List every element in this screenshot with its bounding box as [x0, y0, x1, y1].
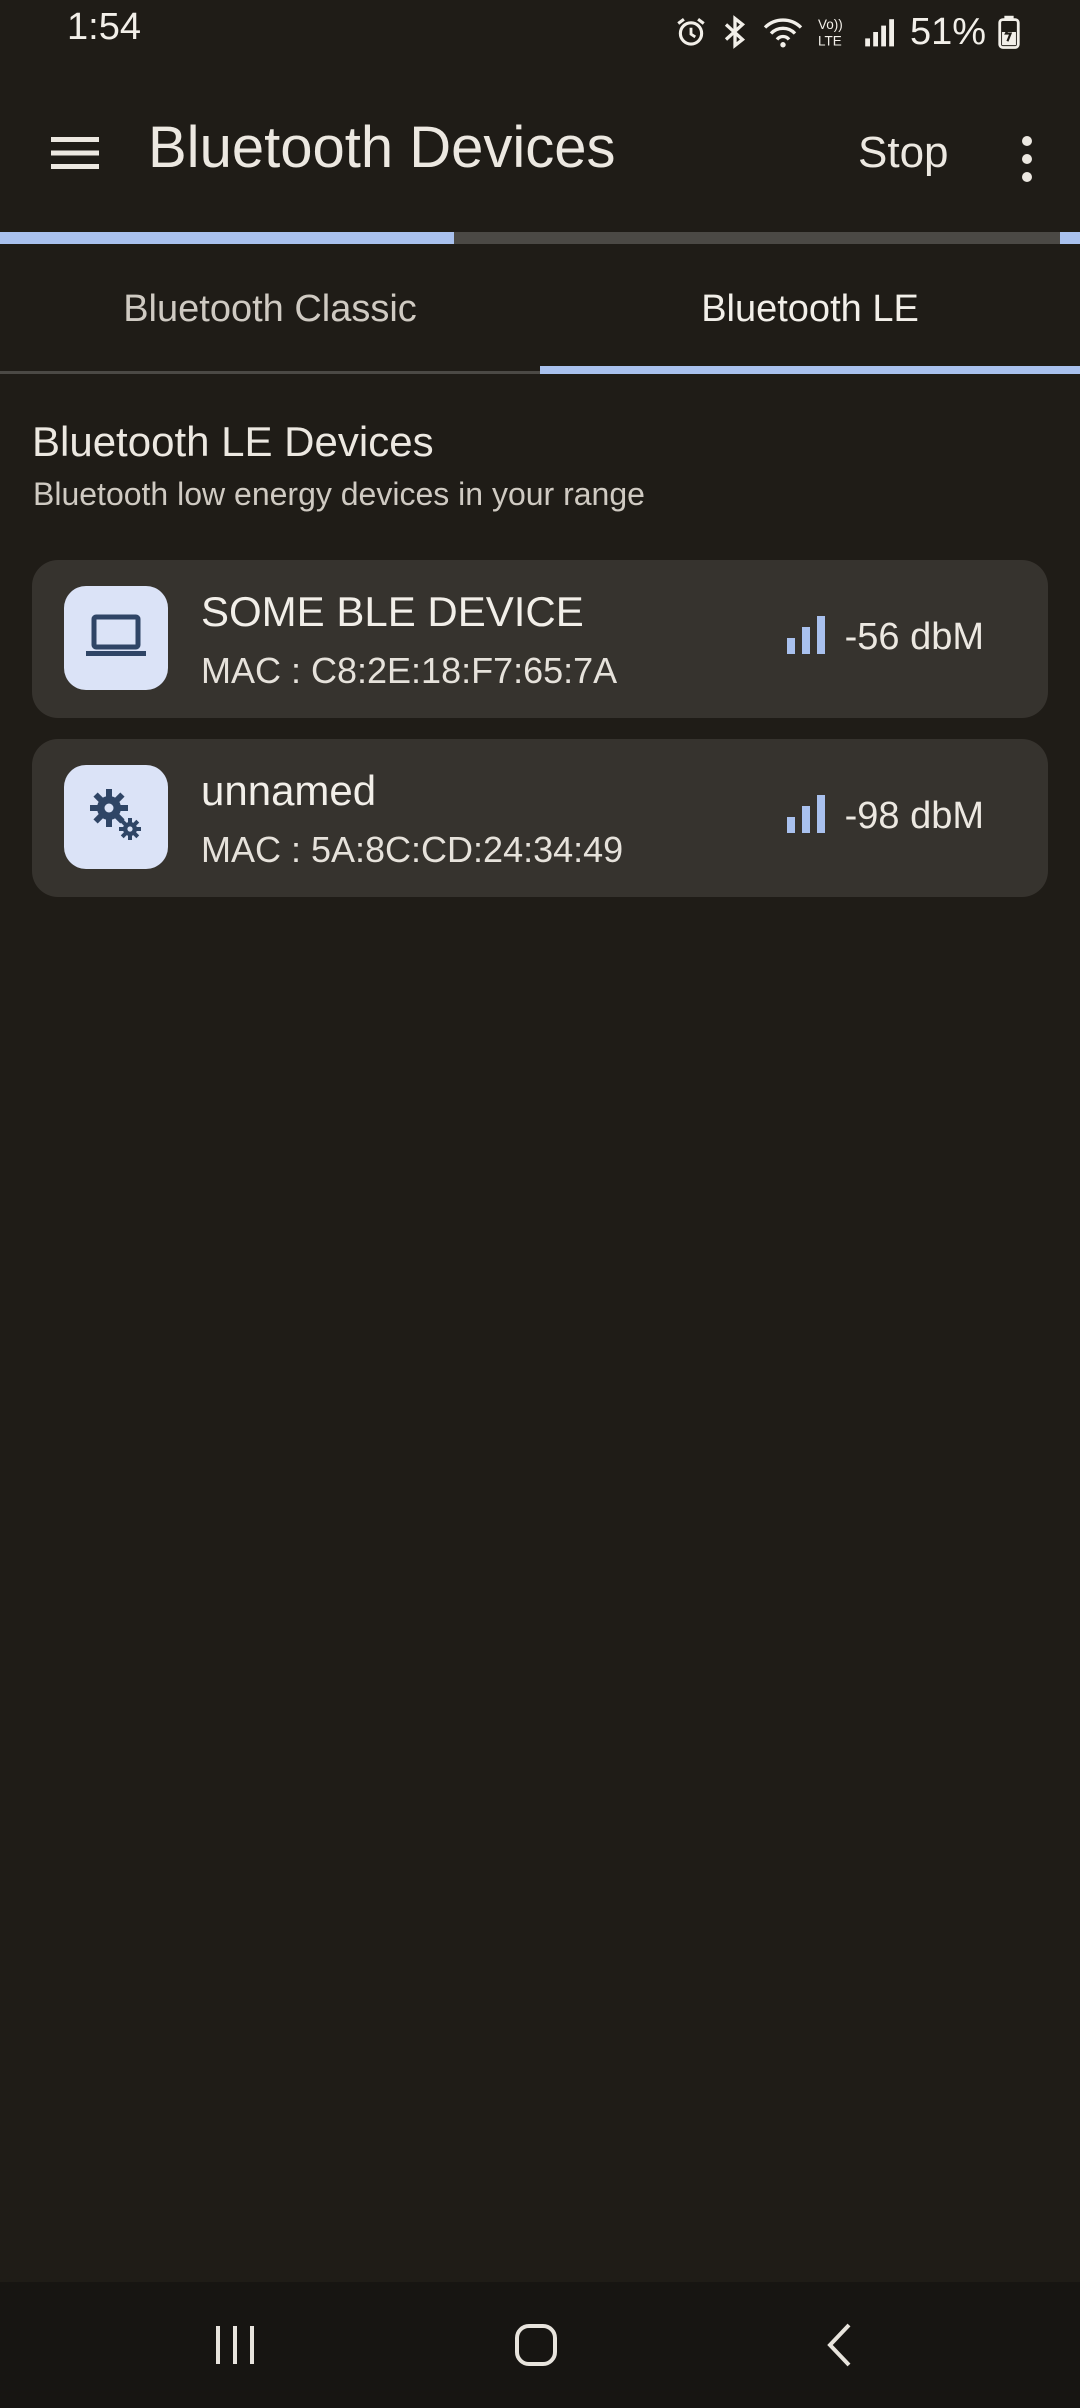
home-icon[interactable]	[496, 2310, 576, 2380]
tab-bar: Bluetooth Classic Bluetooth LE	[0, 244, 1080, 374]
status-icons: Vo)) LTE 51%	[674, 8, 1020, 56]
battery-charging-icon	[998, 15, 1020, 49]
device-signal: -98 dbM	[785, 793, 984, 840]
settings-gears-icon	[85, 784, 147, 851]
device-rssi: -56 dbM	[844, 616, 984, 658]
device-icon-box	[64, 765, 168, 869]
device-icon-box	[64, 586, 168, 690]
progress-tail	[1060, 232, 1080, 244]
cell-signal-icon	[862, 16, 894, 48]
tab-bluetooth-classic[interactable]: Bluetooth Classic	[0, 244, 540, 374]
tab-indicator	[540, 366, 1080, 374]
volte-icon: Vo)) LTE	[816, 14, 850, 50]
page-title: Bluetooth Devices	[148, 115, 616, 180]
laptop-icon	[84, 613, 148, 664]
signal-strength-icon	[785, 793, 827, 840]
device-signal: -56 dbM	[785, 614, 984, 661]
more-vert-icon[interactable]	[1005, 122, 1049, 196]
device-name: unnamed	[201, 767, 377, 814]
device-card[interactable]: unnamed MAC : 5A:8C:CD:24:34:49 -98 dbM	[32, 739, 1048, 897]
app-bar: Bluetooth Devices Stop	[0, 62, 1080, 232]
wifi-icon	[762, 15, 804, 49]
back-icon[interactable]	[800, 2310, 880, 2380]
device-rssi: -98 dbM	[844, 795, 984, 837]
section-subtitle: Bluetooth low energy devices in your ran…	[33, 476, 645, 512]
svg-text:LTE: LTE	[818, 34, 842, 49]
section-title: Bluetooth LE Devices	[32, 418, 434, 465]
device-card[interactable]: SOME BLE DEVICE MAC : C8:2E:18:F7:65:7A …	[32, 560, 1048, 718]
device-name: SOME BLE DEVICE	[201, 588, 584, 635]
svg-text:Vo)): Vo))	[818, 17, 843, 32]
status-time: 1:54	[67, 6, 141, 48]
tab-bluetooth-le[interactable]: Bluetooth LE	[540, 244, 1080, 374]
bluetooth-icon	[720, 14, 750, 50]
scan-progress-bar	[0, 232, 1080, 244]
stop-button[interactable]: Stop	[848, 122, 959, 184]
device-mac: MAC : 5A:8C:CD:24:34:49	[201, 829, 624, 870]
alarm-icon	[674, 15, 708, 49]
battery-percent: 51%	[909, 10, 986, 53]
progress-fill	[0, 232, 454, 244]
signal-strength-icon	[785, 614, 827, 661]
hamburger-menu-icon[interactable]	[40, 118, 110, 188]
device-mac: MAC : C8:2E:18:F7:65:7A	[201, 650, 618, 691]
status-bar: 1:54 Vo)) LTE 51%	[0, 0, 1080, 62]
system-nav-bar	[0, 2282, 1080, 2408]
recents-icon[interactable]	[195, 2310, 275, 2380]
